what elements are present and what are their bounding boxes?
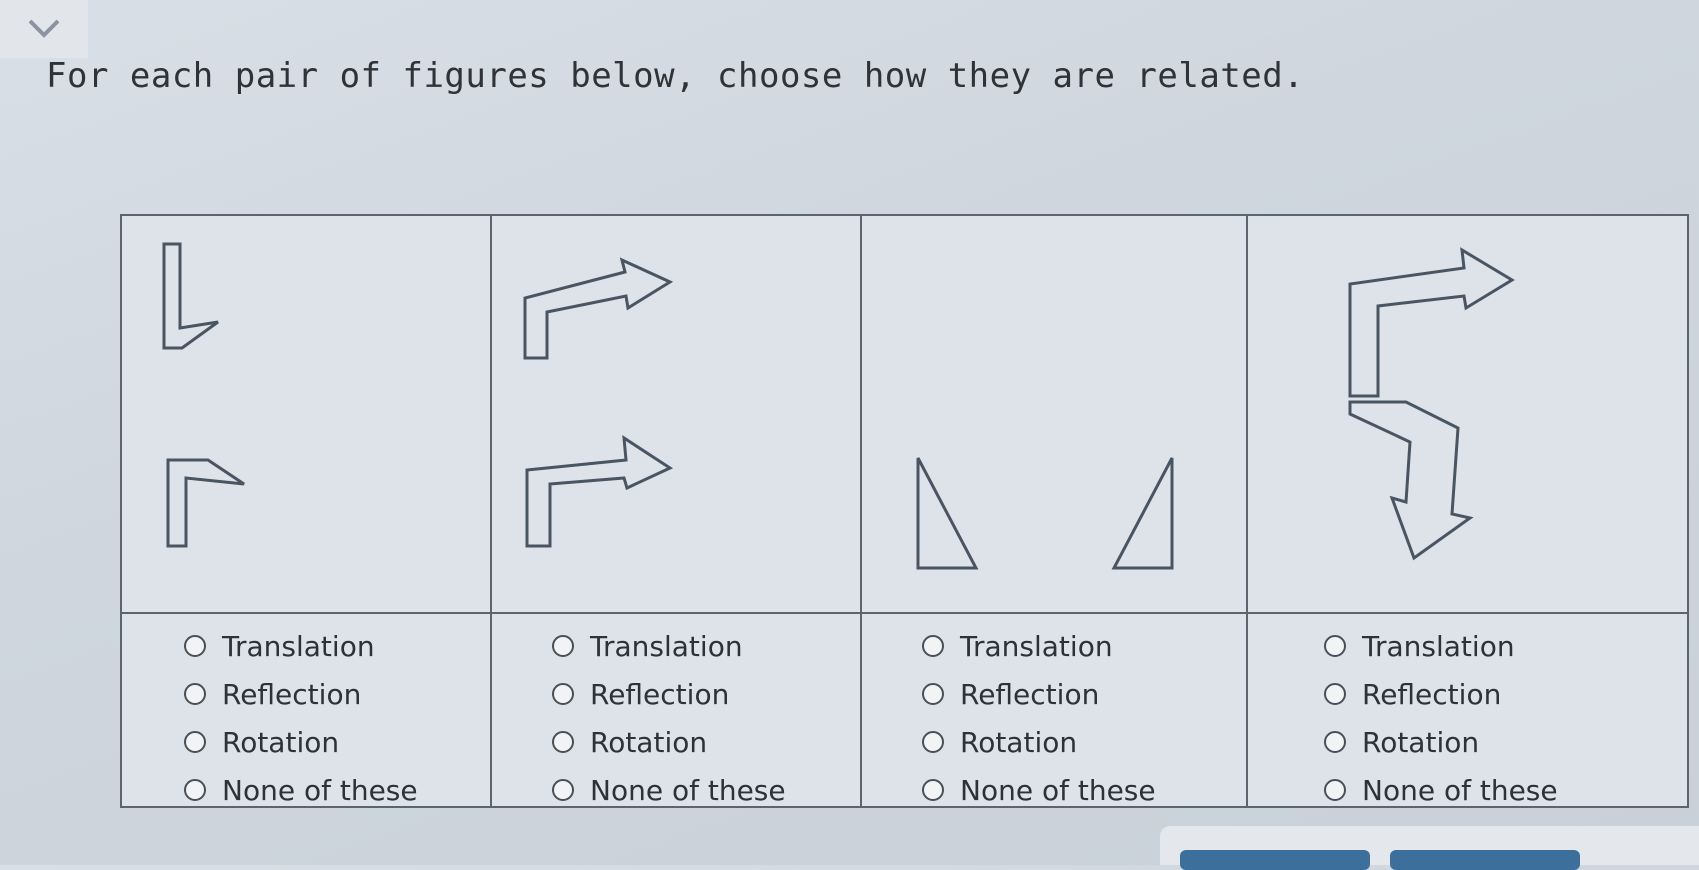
- pair-1-option-reflection[interactable]: Reflection: [122, 670, 490, 718]
- triangle-figure-b: [1111, 457, 1174, 570]
- pair-3-option-reflection[interactable]: Reflection: [860, 670, 1246, 718]
- pair-4-option-none[interactable]: None of these: [1246, 766, 1687, 814]
- radio-button[interactable]: [552, 779, 574, 801]
- radio-button[interactable]: [1324, 731, 1346, 753]
- pair-2-option-reflection[interactable]: Reflection: [490, 670, 860, 718]
- pair-1-option-translation[interactable]: Translation: [122, 622, 490, 670]
- pair-4-figures: [1246, 216, 1687, 612]
- check-button[interactable]: [1390, 850, 1580, 870]
- pair-2-figures: [490, 216, 860, 612]
- stacked-arrow-figure-b: [1348, 400, 1474, 561]
- pair-3: Translation Reflection Rotation None of …: [860, 216, 1248, 807]
- triangle-figure-a: [916, 457, 979, 570]
- pair-1-option-none[interactable]: None of these: [122, 766, 490, 814]
- radio-button[interactable]: [1324, 635, 1346, 657]
- pair-1: Translation Reflection Rotation None of …: [122, 216, 492, 807]
- pair-2-option-rotation[interactable]: Rotation: [490, 718, 860, 766]
- pair-3-figure-svg: [916, 457, 1174, 570]
- pair-4-option-reflection[interactable]: Reflection: [1246, 670, 1687, 718]
- radio-button[interactable]: [1324, 779, 1346, 801]
- pair-1-figure-svg: [162, 242, 245, 548]
- arrow-figure-a: [523, 257, 674, 360]
- pair-4-options: Translation Reflection Rotation None of …: [1246, 612, 1687, 807]
- pair-3-figures: [860, 216, 1246, 612]
- pair-4: Translation Reflection Rotation None of …: [1246, 216, 1687, 807]
- explanation-button[interactable]: [1180, 850, 1370, 870]
- bent-l-figure-a: [162, 242, 219, 350]
- pair-3-option-translation[interactable]: Translation: [860, 622, 1246, 670]
- radio-button[interactable]: [922, 635, 944, 657]
- radio-button[interactable]: [184, 635, 206, 657]
- radio-button[interactable]: [184, 731, 206, 753]
- collapse-toggle[interactable]: [0, 0, 88, 58]
- pair-1-option-rotation[interactable]: Rotation: [122, 718, 490, 766]
- pair-4-option-rotation[interactable]: Rotation: [1246, 718, 1687, 766]
- radio-button[interactable]: [184, 683, 206, 705]
- radio-button[interactable]: [922, 731, 944, 753]
- pair-2: Translation Reflection Rotation None of …: [490, 216, 862, 807]
- pair-2-figure-svg: [523, 257, 674, 548]
- pair-3-options: Translation Reflection Rotation None of …: [860, 612, 1246, 807]
- pair-2-option-none[interactable]: None of these: [490, 766, 860, 814]
- radio-button[interactable]: [552, 683, 574, 705]
- pair-3-option-none[interactable]: None of these: [860, 766, 1246, 814]
- pair-3-option-rotation[interactable]: Rotation: [860, 718, 1246, 766]
- pair-4-figure-svg: [1348, 247, 1515, 561]
- radio-button[interactable]: [1324, 683, 1346, 705]
- pair-4-option-translation[interactable]: Translation: [1246, 622, 1687, 670]
- arrow-figure-b: [525, 435, 674, 548]
- pair-1-options: Translation Reflection Rotation None of …: [122, 612, 490, 807]
- radio-button[interactable]: [552, 731, 574, 753]
- bent-l-figure-b: [166, 458, 245, 548]
- radio-button[interactable]: [552, 635, 574, 657]
- radio-button[interactable]: [922, 779, 944, 801]
- pair-1-figures: [122, 216, 490, 612]
- question-prompt: For each pair of figures below, choose h…: [46, 56, 1305, 96]
- chevron-down-icon: [28, 19, 60, 38]
- radio-button[interactable]: [184, 779, 206, 801]
- pair-2-options: Translation Reflection Rotation None of …: [490, 612, 860, 807]
- radio-button[interactable]: [922, 683, 944, 705]
- pair-2-option-translation[interactable]: Translation: [490, 622, 860, 670]
- stacked-arrow-figure-a: [1348, 247, 1515, 398]
- figure-pairs-table: Translation Reflection Rotation None of …: [120, 214, 1689, 808]
